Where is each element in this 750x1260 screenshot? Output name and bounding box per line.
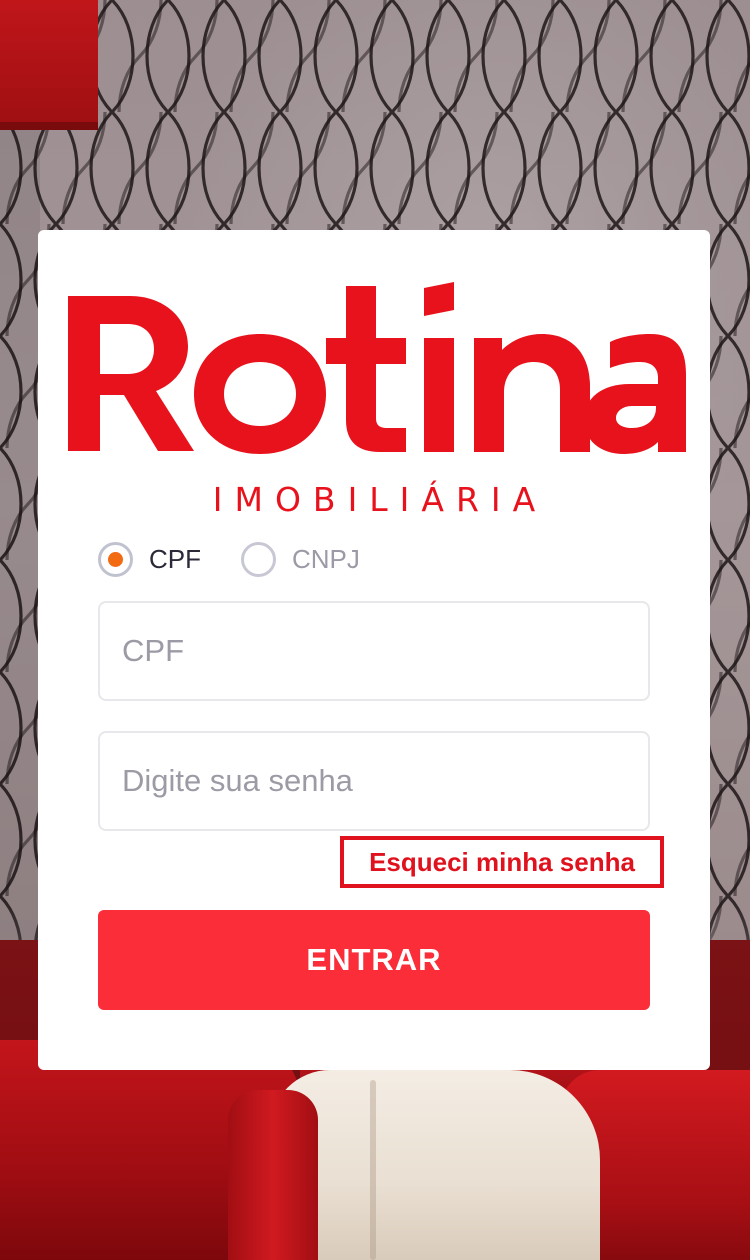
brand-wordmark bbox=[68, 282, 686, 454]
login-button[interactable]: ENTRAR bbox=[98, 910, 650, 1010]
radio-label-cnpj: CNPJ bbox=[292, 543, 360, 574]
red-decor-panel bbox=[0, 0, 98, 130]
password-input[interactable] bbox=[98, 731, 650, 831]
white-cushion bbox=[270, 1070, 600, 1260]
forgot-password-link[interactable]: Esqueci minha senha bbox=[340, 836, 664, 888]
sofa-arm bbox=[228, 1090, 318, 1260]
brand-logo bbox=[64, 282, 686, 462]
brand-tagline: IMOBILIÁRIA bbox=[212, 480, 548, 519]
radio-option-cnpj[interactable]: CNPJ bbox=[241, 541, 360, 577]
radio-option-cpf[interactable]: CPF bbox=[98, 541, 201, 577]
radio-button-cpf[interactable] bbox=[98, 541, 133, 577]
document-type-radio-group: CPF CNPJ bbox=[98, 537, 400, 581]
login-card: IMOBILIÁRIA CPF CNPJ Esqueci minha senha… bbox=[38, 230, 710, 1070]
cpf-input[interactable] bbox=[98, 601, 650, 701]
radio-label-cpf: CPF bbox=[149, 543, 201, 574]
radio-button-cnpj[interactable] bbox=[241, 541, 276, 577]
